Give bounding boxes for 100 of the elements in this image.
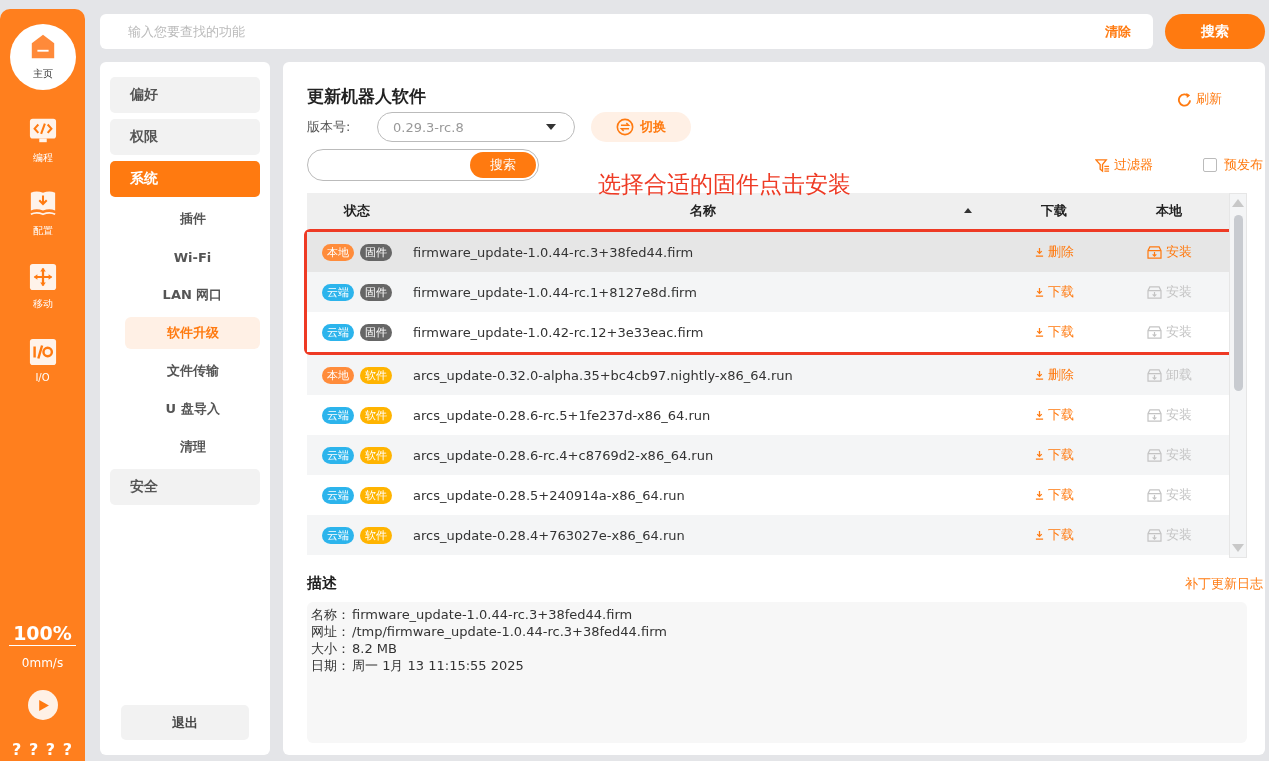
nav-item[interactable]: 文件传输	[125, 355, 260, 387]
download-action[interactable]: 下载	[1034, 486, 1074, 504]
scrollbar[interactable]	[1229, 193, 1247, 558]
play-button[interactable]	[27, 690, 58, 720]
file-name: firmware_update-1.0.44-rc.1+8127e8d.firm	[412, 284, 698, 300]
swap-icon	[616, 118, 634, 136]
type-tag: 软件	[360, 406, 392, 424]
field-label: 名称：	[311, 606, 350, 623]
nav-group[interactable]: 系统	[110, 161, 260, 197]
file-name: firmware_update-1.0.44-rc.3+38fed44.firm	[412, 244, 695, 260]
type-tag: 固件	[360, 283, 392, 301]
switch-button[interactable]: 切换	[591, 112, 691, 142]
rail-item[interactable]: 移动	[9, 254, 76, 320]
search-field[interactable]: 输入您要查找的功能 清除	[100, 14, 1153, 49]
logout-button[interactable]: 退出	[121, 705, 249, 740]
download-action[interactable]: 下载	[1034, 526, 1074, 544]
refresh-link[interactable]: 刷新	[1177, 90, 1222, 108]
status-tag: 云端	[322, 486, 354, 504]
field-label: 大小：	[311, 640, 350, 657]
nav-group[interactable]: 安全	[110, 469, 260, 505]
file-name: arcs_update-0.28.5+240914a-x86_64.run	[412, 487, 686, 503]
rail-item[interactable]: 编程	[9, 108, 76, 174]
sort-ascending-icon[interactable]	[964, 208, 972, 213]
file-name: arcs_update-0.28.4+763027e-x86_64.run	[412, 527, 686, 543]
nav-item[interactable]: LAN 网口	[125, 279, 260, 311]
download-map-icon	[28, 190, 57, 218]
download-icon	[1034, 450, 1044, 460]
field-value: firmware_update-1.0.44-rc.3+38fed44.firm	[352, 606, 633, 623]
status-tag: 云端	[322, 406, 354, 424]
rail-item[interactable]: I/O	[9, 327, 76, 393]
rail-item[interactable]: 主页	[9, 24, 76, 90]
download-action[interactable]: 下载	[1034, 283, 1074, 301]
prerelease-checkbox[interactable]	[1203, 158, 1217, 172]
filter-link[interactable]: 过滤器	[1095, 156, 1153, 174]
type-tag: 固件	[360, 243, 392, 261]
download-icon	[1034, 410, 1044, 420]
annotation-text: 选择合适的固件点击安装	[598, 170, 851, 198]
file-name: arcs_update-0.32.0-alpha.35+bc4cb97.nightly-x86_64.run	[412, 367, 794, 383]
download-action[interactable]: 删除	[1034, 243, 1074, 261]
nav-group[interactable]: 权限	[110, 119, 260, 155]
play-icon	[37, 698, 50, 712]
download-action[interactable]: 下载	[1034, 446, 1074, 464]
column-header: 本地	[1155, 202, 1183, 220]
install-box-icon	[1146, 325, 1162, 339]
nav-item[interactable]: 清理	[125, 431, 260, 463]
type-tag: 固件	[360, 323, 392, 341]
field-label: 日期：	[311, 657, 350, 674]
type-tag: 软件	[360, 486, 392, 504]
scroll-thumb[interactable]	[1233, 215, 1243, 391]
download-icon	[1034, 287, 1044, 297]
install-box-icon	[1146, 488, 1162, 502]
file-name: arcs_update-0.28.6-rc.4+c8769d2-x86_64.run	[412, 447, 715, 463]
panel-title: 更新机器人软件	[307, 84, 426, 108]
status-tag: 云端	[322, 446, 354, 464]
download-action[interactable]: 下载	[1034, 406, 1074, 424]
install-action[interactable]: 安装	[1146, 243, 1192, 261]
nav-item[interactable]: Wi-Fi	[125, 241, 260, 273]
clear-link[interactable]: 清除	[1105, 22, 1131, 41]
nav-item[interactable]: 软件升级	[125, 317, 260, 349]
search-button[interactable]: 搜索	[470, 152, 536, 178]
code-icon	[28, 117, 57, 145]
download-icon	[1034, 327, 1044, 337]
download-icon	[1034, 370, 1044, 380]
download-action[interactable]: 下载	[1034, 323, 1074, 341]
nav-group[interactable]: 偏好	[110, 77, 260, 113]
speed-value: 0mm/s	[21, 656, 64, 670]
type-tag: 软件	[360, 446, 392, 464]
field-label: 网址：	[311, 623, 350, 640]
install-box-icon	[1146, 528, 1162, 542]
status-tag: 云端	[322, 323, 354, 341]
install-box-icon	[1146, 448, 1162, 462]
column-header[interactable]: 名称	[407, 202, 999, 220]
download-action[interactable]: 删除	[1034, 366, 1074, 384]
column-header: 下载	[1040, 202, 1068, 220]
type-tag: 软件	[360, 366, 392, 384]
rail-item[interactable]: 配置	[9, 181, 76, 247]
refresh-icon	[1177, 91, 1192, 107]
nav-item[interactable]: 插件	[125, 203, 260, 235]
status-marks: ? ? ? ?	[12, 740, 73, 759]
prerelease-label: 预发布	[1224, 156, 1263, 174]
status-tag: 云端	[322, 526, 354, 544]
file-name: firmware_update-1.0.42-rc.12+3e33eac.firm	[412, 324, 705, 340]
changelog-link[interactable]: 补丁更新日志	[1185, 574, 1263, 593]
status-tag: 本地	[322, 366, 354, 384]
type-tag: 软件	[360, 526, 392, 544]
nav-item[interactable]: U 盘导入	[125, 393, 260, 425]
scroll-down-icon[interactable]	[1232, 544, 1244, 552]
install-box-icon	[1146, 245, 1162, 259]
download-icon	[1034, 530, 1044, 540]
install-box-icon	[1146, 408, 1162, 422]
search-button[interactable]: 搜索	[1165, 14, 1265, 49]
field-value: 8.2 MB	[352, 640, 397, 657]
filter-icon	[1095, 157, 1110, 173]
status-tag: 云端	[322, 283, 354, 301]
speed-percent: 100%	[9, 622, 76, 646]
file-name: arcs_update-0.28.6-rc.5+1fe237d-x86_64.run	[412, 407, 712, 423]
io-icon	[28, 337, 57, 366]
download-icon	[1034, 247, 1044, 257]
table-row[interactable]: 本地 固件 firmware_update-1.0.44-rc.3+38fed44.firm 删除 安装	[307, 232, 1229, 272]
scroll-up-icon[interactable]	[1232, 199, 1244, 207]
